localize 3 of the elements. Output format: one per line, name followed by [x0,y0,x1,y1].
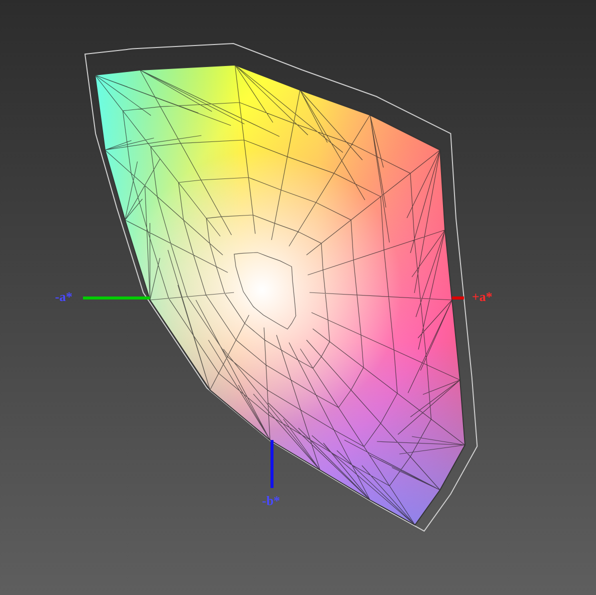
axis-label: -a* [55,290,72,303]
axis-label: +a* [472,290,492,303]
axis-label: -b* [262,494,280,507]
